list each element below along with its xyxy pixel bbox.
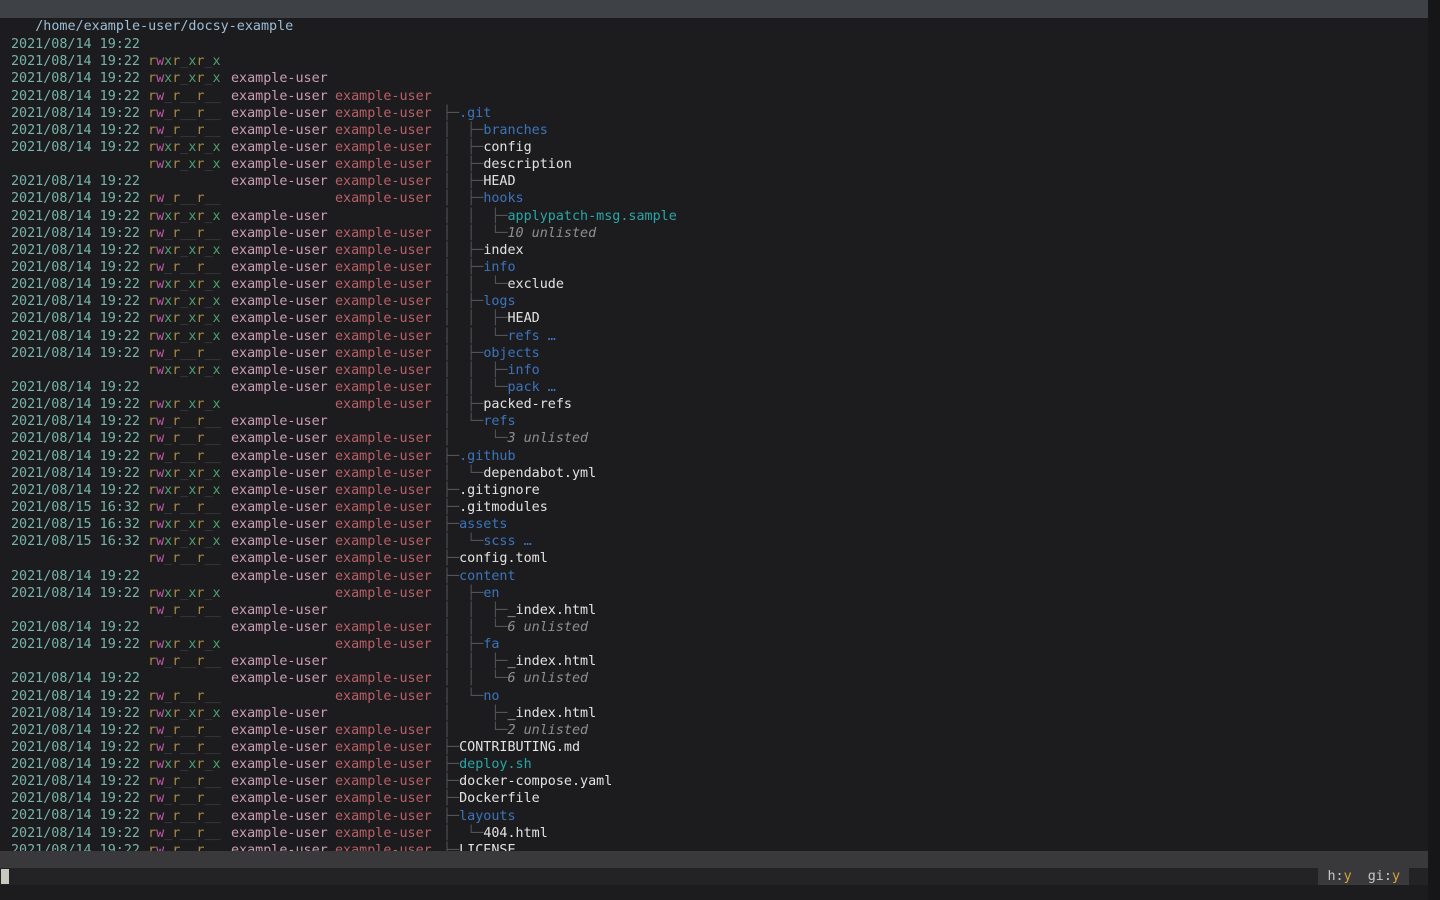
tree-row[interactable]: 2021/08/14 19:22 rw_r__r__ example-user … <box>0 756 1428 773</box>
tree-row[interactable]: 2021/08/14 19:22 rw_r__r__ example-user … <box>0 413 1428 430</box>
tree-row[interactable]: 2021/08/14 19:22 rwxr_xr_x example-user … <box>0 208 1428 225</box>
tree-row[interactable]: 2021/08/14 19:22 rwxr_xr_x example-user … <box>0 259 1428 276</box>
tree-row[interactable]: 2021/08/14 19:22 rw_r__r__ example-user … <box>0 705 1428 722</box>
mode-flags: h:y gi:y <box>1318 868 1409 885</box>
text-cursor <box>1 869 9 884</box>
tree-row[interactable]: 2021/08/15 16:32 rwxr_xr_x example-user … <box>0 499 1428 516</box>
tree-row[interactable]: 2021/08/14 19:22 rwxr_xr_x example-user … <box>0 825 1428 842</box>
file-tree-panel: 2021/08/14 19:22 rwxr_xr_x example-user … <box>0 19 1428 851</box>
tree-row[interactable]: 2021/08/14 19:22 rw_r__r__ example-user … <box>0 773 1428 790</box>
tree-row[interactable]: 2021/08/14 19:22 rwxr_xr_x example-user … <box>0 173 1428 190</box>
tree-row[interactable]: 2021/08/14 19:22 rw_r__r__ example-user … <box>0 70 1428 87</box>
tree-row[interactable]: 2021/08/14 19:22 rw_r__r__ example-user … <box>0 225 1428 242</box>
tree-row[interactable]: 2021/08/14 19:22 rw_r__r__ example-user … <box>0 568 1428 585</box>
tree-row[interactable]: 2021/08/14 19:22 rwxr_xr_x example-user … <box>0 602 1428 619</box>
tree-row[interactable]: │ │ └─10 unlisted <box>0 139 1428 156</box>
tree-row[interactable]: 2021/08/15 16:32 rwxr_xr_x example-user … <box>0 482 1428 499</box>
tree-row[interactable]: 2021/08/14 19:22 rw_r__r__ example-user … <box>0 88 1428 105</box>
tree-row[interactable]: 2021/08/14 19:22 rw_r__r__ example-user … <box>0 739 1428 756</box>
tree-row[interactable]: 2021/08/14 19:22 rw_r__r__ example-user … <box>0 790 1428 807</box>
tree-row[interactable]: 2021/08/14 19:22 rwxr_xr_x example-user … <box>0 242 1428 259</box>
tree-row[interactable]: 2021/08/14 19:22 rwxr_xr_x example-user … <box>0 430 1428 447</box>
tree-row[interactable]: 2021/08/14 19:22 rwxr_xr_x example-user … <box>0 362 1428 379</box>
broot-terminal-screen: /home/example-user/docsy-example 2021/08… <box>0 0 1440 900</box>
tree-row[interactable]: 2021/08/15 16:32 rw_r__r__ example-user … <box>0 516 1428 533</box>
tree-row[interactable]: 2021/08/14 19:22 rw_r__r__ example-user … <box>0 53 1428 70</box>
search-input[interactable]: h:y gi:y <box>0 868 1428 885</box>
tree-row[interactable]: │ └─3 unlisted <box>0 345 1428 362</box>
tree-row[interactable]: 2021/08/14 19:22 rwxr_xr_x example-user … <box>0 842 1428 851</box>
tree-row[interactable]: 2021/08/14 19:22 rwxr_xr_x example-user … <box>0 276 1428 293</box>
tree-row[interactable]: 2021/08/14 19:22 rw_r__r__ example-user … <box>0 310 1428 327</box>
tree-row[interactable]: 2021/08/14 19:22 rw_r__r__ example-user … <box>0 379 1428 396</box>
tree-row[interactable]: 2021/08/14 19:22 rwxr_xr_x example-user … <box>0 670 1428 687</box>
scrollbar-track[interactable] <box>1428 0 1440 900</box>
tree-row[interactable]: 2021/08/14 19:22 rw_r__r__ example-user … <box>0 465 1428 482</box>
tree-row[interactable]: │ │ └─6 unlisted <box>0 533 1428 550</box>
tree-row[interactable]: 2021/08/14 19:22 rwxr_xr_x example-user … <box>0 293 1428 310</box>
tree-row[interactable]: │ └─2 unlisted <box>0 636 1428 653</box>
tree-row[interactable]: 2021/08/14 19:22 rwxr_xr_x example-user … <box>0 105 1428 122</box>
tree-row[interactable]: 2021/08/14 19:22 rw_r__r__ example-user … <box>0 190 1428 207</box>
tree-row[interactable]: 2021/08/14 19:22 rwxr_xr_x example-user … <box>0 722 1428 739</box>
tree-row[interactable]: 2021/08/14 19:22 rwxr_xr_x example-user … <box>0 36 1428 53</box>
tree-row[interactable]: 2021/08/14 19:22 rw_r__r__ example-user … <box>0 156 1428 173</box>
tree-row[interactable]: 2021/08/14 19:22 rw_r__r__ example-user … <box>0 687 1428 704</box>
tree-row[interactable]: 2021/08/14 19:22 rwxr_xr_x example-user … <box>0 328 1428 345</box>
tree-row[interactable]: 2021/08/14 19:22 rw_r__r__ example-user … <box>0 396 1428 413</box>
tree-row[interactable]: 2021/08/14 19:22 rwxr_xr_x example-user … <box>0 448 1428 465</box>
path-bar: /home/example-user/docsy-example <box>0 0 1428 18</box>
tree-row[interactable]: 2021/08/14 19:22 rwxr_xr_x example-user … <box>0 550 1428 567</box>
status-bar: Hit esc to go back, enter to go up, ? fo… <box>0 851 1428 868</box>
tree-row[interactable]: 2021/08/14 19:22 rw_r__r__ example-user … <box>0 653 1428 670</box>
tree-row[interactable]: 2021/08/14 19:22 rw_r__r__ example-user … <box>0 807 1428 824</box>
tree-row[interactable]: 2021/08/14 19:22 rwxr_xr_x example-user … <box>0 19 1428 36</box>
tree-row[interactable]: 2021/08/14 19:22 rwxr_xr_x example-user … <box>0 122 1428 139</box>
tree-row[interactable]: 2021/08/14 19:22 rw_r__r__ example-user … <box>0 619 1428 636</box>
tree-row[interactable]: │ │ └─6 unlisted <box>0 585 1428 602</box>
